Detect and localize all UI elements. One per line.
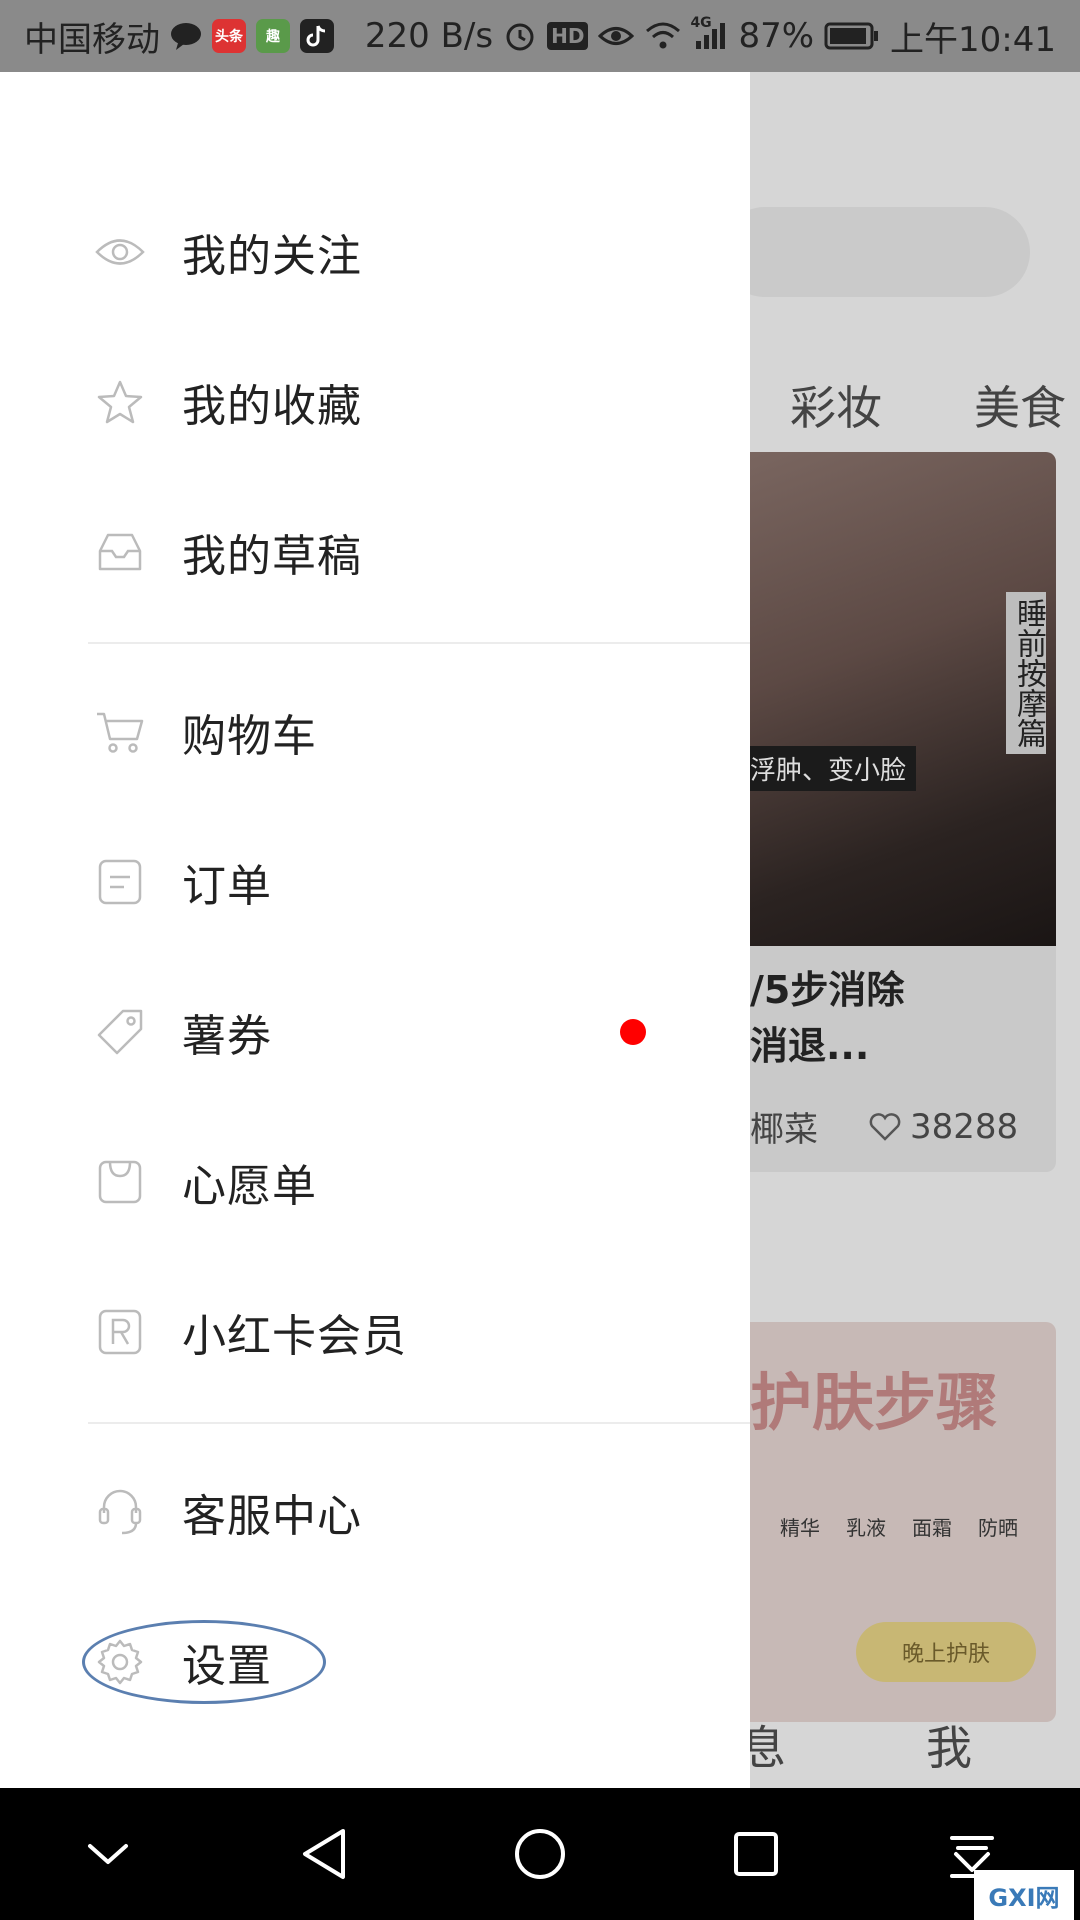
product-label: 面霜 — [912, 1516, 952, 1540]
card2-product-labels: 精华 乳液 面霜 防晒 — [780, 1512, 1018, 1541]
site-watermark-logo: GXI网 — [974, 1870, 1074, 1920]
drawer-item-label: 客服中心 — [182, 1491, 362, 1542]
drawer-item-wishlist[interactable]: 心愿单 — [0, 1127, 750, 1237]
side-drawer: 我的关注 我的收藏 我的草稿 购物车 订单 薯券 心愿单 小红卡会员 客服中心 … — [0, 72, 750, 1788]
background-note-card-2: 护肤步骤 精华 乳液 面霜 防晒 晚上护肤 — [740, 1322, 1056, 1722]
cover-vertical-label: 睡前按摩篇 — [1006, 592, 1046, 754]
drawer-item-label: 订单 — [182, 861, 272, 912]
system-navigation-bar — [0, 1788, 1080, 1920]
heart-icon — [869, 1112, 901, 1141]
qu-app-icon: 趣 — [256, 19, 290, 53]
wifi-icon — [644, 21, 682, 51]
cover-caption: 浮肿、变小脸 — [740, 746, 917, 791]
drawer-item-label: 心愿单 — [182, 1161, 317, 1212]
product-label: 防晒 — [978, 1516, 1018, 1540]
card2-button: 晚上护肤 — [856, 1622, 1036, 1682]
note-meta: 椰菜 38288 — [750, 1102, 1018, 1151]
background-tab: 彩妆 — [790, 381, 882, 435]
drawer-item-customer-service[interactable]: 客服中心 — [0, 1457, 750, 1567]
toutiao-app-icon: 头条 — [212, 19, 246, 53]
note-title-line: 消退... — [750, 1024, 870, 1068]
carrier-name: 中国移动 — [24, 19, 160, 60]
note-likes: 38288 — [868, 1102, 1018, 1151]
clock: 上午10:41 — [890, 19, 1056, 60]
hd-label: HD — [551, 24, 585, 48]
status-bar: 中国移动 头条 趣 220 B/s HD 4G 87% 上午10:41 — [0, 0, 1080, 72]
inbox-icon — [92, 524, 148, 580]
drawer-item-label: 我的关注 — [182, 231, 362, 282]
battery-percent: 87% — [738, 16, 815, 56]
background-search-bar — [720, 207, 1030, 297]
note-cover-image: 睡前按摩篇 浮肿、变小脸 — [740, 452, 1056, 946]
drawer-item-coupons[interactable]: 薯券 — [0, 977, 750, 1087]
collapse-icon[interactable] — [58, 1804, 158, 1904]
drawer-item-label: 我的收藏 — [182, 381, 362, 432]
member-r-icon — [92, 1304, 148, 1360]
bag-icon — [92, 1154, 148, 1210]
drawer-divider — [88, 642, 750, 644]
alarm-icon — [503, 19, 537, 53]
drawer-item-label: 小红卡会员 — [182, 1311, 407, 1362]
eye-icon — [92, 224, 148, 280]
chat-bubble-icon — [170, 21, 202, 51]
back-icon[interactable] — [274, 1804, 374, 1904]
product-label: 乳液 — [846, 1516, 886, 1540]
network-type: 4G — [690, 15, 712, 31]
background-bottom-tab: 我 — [926, 1721, 972, 1775]
settings-highlight-annotation — [82, 1620, 326, 1704]
headset-icon — [92, 1484, 148, 1540]
battery-icon — [824, 21, 880, 51]
note-title: /5步消除 消退... — [750, 962, 904, 1074]
drawer-item-label: 我的草稿 — [182, 531, 362, 582]
tiktok-icon — [300, 19, 334, 53]
network-speed: 220 B/s — [364, 16, 494, 56]
drawer-item-following[interactable]: 我的关注 — [0, 197, 750, 307]
drawer-item-orders[interactable]: 订单 — [0, 827, 750, 937]
star-icon — [92, 374, 148, 430]
signal-icon: 4G — [690, 15, 728, 51]
drawer-item-label: 购物车 — [182, 711, 317, 762]
background-tab: 美食 — [974, 381, 1066, 435]
recents-icon[interactable] — [706, 1804, 806, 1904]
cart-icon — [92, 704, 148, 760]
drawer-item-label: 薯券 — [182, 1011, 272, 1062]
drawer-item-favorites[interactable]: 我的收藏 — [0, 347, 750, 457]
home-icon[interactable] — [490, 1804, 590, 1904]
drawer-item-cart[interactable]: 购物车 — [0, 677, 750, 787]
drawer-divider — [88, 1422, 750, 1424]
card2-banner: 护肤步骤 — [750, 1366, 999, 1439]
background-note-card: 睡前按摩篇 浮肿、变小脸 /5步消除 消退... 椰菜 38288 — [740, 452, 1056, 1172]
background-category-tabs: 彩妆 美食 — [790, 372, 1066, 438]
note-author: 椰菜 — [750, 1110, 818, 1150]
coupon-tag-icon — [92, 1004, 148, 1060]
eye-care-icon — [598, 23, 635, 49]
drawer-item-membership[interactable]: 小红卡会员 — [0, 1277, 750, 1387]
product-label: 精华 — [780, 1516, 820, 1540]
note-title-line: /5步消除 — [750, 968, 905, 1012]
drawer-item-drafts[interactable]: 我的草稿 — [0, 497, 750, 607]
coupon-notification-dot — [620, 1019, 646, 1045]
hd-icon: HD — [547, 22, 589, 50]
likes-count: 38288 — [910, 1106, 1019, 1147]
order-icon — [92, 854, 148, 910]
background-bottom-tabs: 息 我 — [740, 1712, 1080, 1778]
